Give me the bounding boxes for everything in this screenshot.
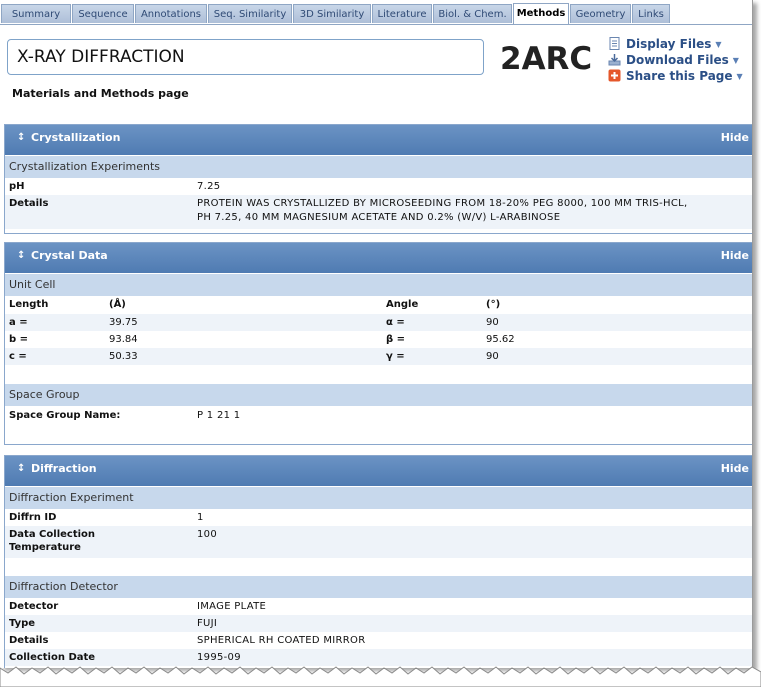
section-header: Space Group — [5, 383, 752, 406]
field-label: Details — [9, 198, 49, 209]
field-value: 1 — [197, 512, 204, 523]
column-header: Angle — [386, 299, 419, 310]
field-label: a = — [9, 317, 28, 328]
field-label: pH — [9, 181, 25, 192]
field-label: γ = — [386, 351, 405, 362]
tab-seq-similarity[interactable]: Seq. Similarity — [208, 4, 292, 23]
field-value: 90 — [486, 351, 499, 362]
table-row: c = 50.33 γ = 90 — [5, 348, 752, 365]
table-row: Details SPHERICAL RH COATED MIRROR — [5, 632, 752, 649]
field-label: c = — [9, 351, 27, 362]
table-row: Details PROTEIN WAS CRYSTALLIZED BY MICR… — [5, 195, 752, 229]
field-value: 95.62 — [486, 334, 515, 345]
field-value: PH 7.25, 40 MM MAGNESIUM ACETATE AND 0.2… — [197, 212, 561, 223]
crystal-data-header: ↕ Crystal Data Hide — [5, 243, 752, 273]
tab-geometry[interactable]: Geometry — [570, 4, 631, 23]
field-label: Details — [9, 635, 49, 646]
field-label: Space Group Name: — [9, 410, 121, 421]
hide-button[interactable]: Hide — [721, 125, 749, 151]
display-files-menu[interactable]: Display Files ▼ — [608, 36, 722, 52]
chevron-down-icon: ▼ — [732, 56, 739, 65]
column-header: (Å) — [109, 299, 126, 310]
table-header-row: Length (Å) Angle (°) — [5, 296, 752, 314]
table-row: Data Collection Temperature 100 — [5, 526, 752, 558]
section-header: Diffraction Detector — [5, 575, 752, 598]
table-row: Type FUJI — [5, 615, 752, 632]
chevron-down-icon: ▼ — [736, 72, 743, 81]
panel-title: Crystal Data — [31, 249, 108, 262]
section-header: Unit Cell — [5, 273, 752, 296]
field-value: FUJI — [197, 618, 218, 629]
diffraction-header: ↕ Diffraction Hide — [5, 456, 752, 486]
tab-bar: Summary Sequence Annotations Seq. Simila… — [0, 0, 752, 25]
field-label: α = — [386, 317, 405, 328]
plus-icon — [608, 69, 621, 82]
pdb-id: 2ARC — [500, 41, 593, 77]
field-label: β = — [386, 334, 406, 345]
table-row: b = 93.84 β = 95.62 — [5, 331, 752, 348]
field-value: 93.84 — [109, 334, 138, 345]
table-row: Detector IMAGE PLATE — [5, 598, 752, 615]
crystallization-panel: ↕ Crystallization Hide Crystallization E… — [4, 124, 752, 234]
hide-button[interactable]: Hide — [721, 243, 749, 269]
panel-title: Crystallization — [31, 131, 121, 144]
display-files-label: Display Files — [626, 37, 712, 51]
field-label: Detector — [9, 601, 59, 612]
tab-methods[interactable]: Methods — [513, 3, 569, 24]
field-label: b = — [9, 334, 29, 345]
share-page-label: Share this Page — [626, 69, 733, 83]
field-label: Type — [9, 618, 36, 629]
field-value: 39.75 — [109, 317, 138, 328]
tab-links[interactable]: Links — [632, 4, 670, 23]
field-value: IMAGE PLATE — [197, 601, 267, 612]
crystallization-header: ↕ Crystallization Hide — [5, 125, 752, 155]
table-row: a = 39.75 α = 90 — [5, 314, 752, 331]
column-header: (°) — [486, 299, 501, 310]
section-header: Crystallization Experiments — [5, 155, 752, 178]
tab-summary[interactable]: Summary — [1, 4, 71, 23]
experiment-title: X-RAY DIFFRACTION — [7, 39, 484, 75]
crystal-data-panel: ↕ Crystal Data Hide Unit Cell Length (Å)… — [4, 242, 752, 445]
diffraction-panel: ↕ Diffraction Hide Diffraction Experimen… — [4, 455, 752, 668]
download-icon — [608, 53, 621, 66]
table-row: Diffrn ID 1 — [5, 509, 752, 526]
section-header: Diffraction Experiment — [5, 486, 752, 509]
download-files-menu[interactable]: Download Files ▼ — [608, 52, 739, 68]
field-label: Temperature — [9, 542, 81, 553]
tab-sequence[interactable]: Sequence — [72, 4, 134, 23]
collapse-arrows-icon: ↕ — [17, 250, 26, 261]
chevron-down-icon: ▼ — [715, 40, 722, 49]
field-value: 90 — [486, 317, 499, 328]
field-label: Diffrn ID — [9, 512, 57, 523]
tab-biol-chem[interactable]: Biol. & Chem. — [433, 4, 512, 23]
tab-3d-similarity[interactable]: 3D Similarity — [293, 4, 371, 23]
tab-literature[interactable]: Literature — [372, 4, 432, 23]
field-value: P 1 21 1 — [197, 410, 241, 421]
table-row: Space Group Name: P 1 21 1 — [5, 406, 752, 426]
column-header: Length — [9, 299, 49, 310]
download-files-label: Download Files — [626, 53, 729, 67]
panel-title: Diffraction — [31, 462, 97, 475]
page-frame: Summary Sequence Annotations Seq. Simila… — [0, 0, 753, 668]
field-value: 7.25 — [197, 181, 221, 192]
table-row: pH 7.25 — [5, 178, 752, 195]
tab-annotations[interactable]: Annotations — [135, 4, 207, 23]
page-subtitle: Materials and Methods page — [12, 87, 189, 100]
field-value: SPHERICAL RH COATED MIRROR — [197, 635, 366, 646]
collapse-arrows-icon: ↕ — [17, 463, 26, 474]
field-value: 50.33 — [109, 351, 138, 362]
share-page-menu[interactable]: Share this Page ▼ — [608, 68, 743, 84]
field-value: 100 — [197, 529, 217, 540]
document-icon — [608, 37, 621, 50]
hide-button[interactable]: Hide — [721, 456, 749, 482]
torn-edge — [0, 666, 761, 687]
collapse-arrows-icon: ↕ — [17, 132, 26, 143]
